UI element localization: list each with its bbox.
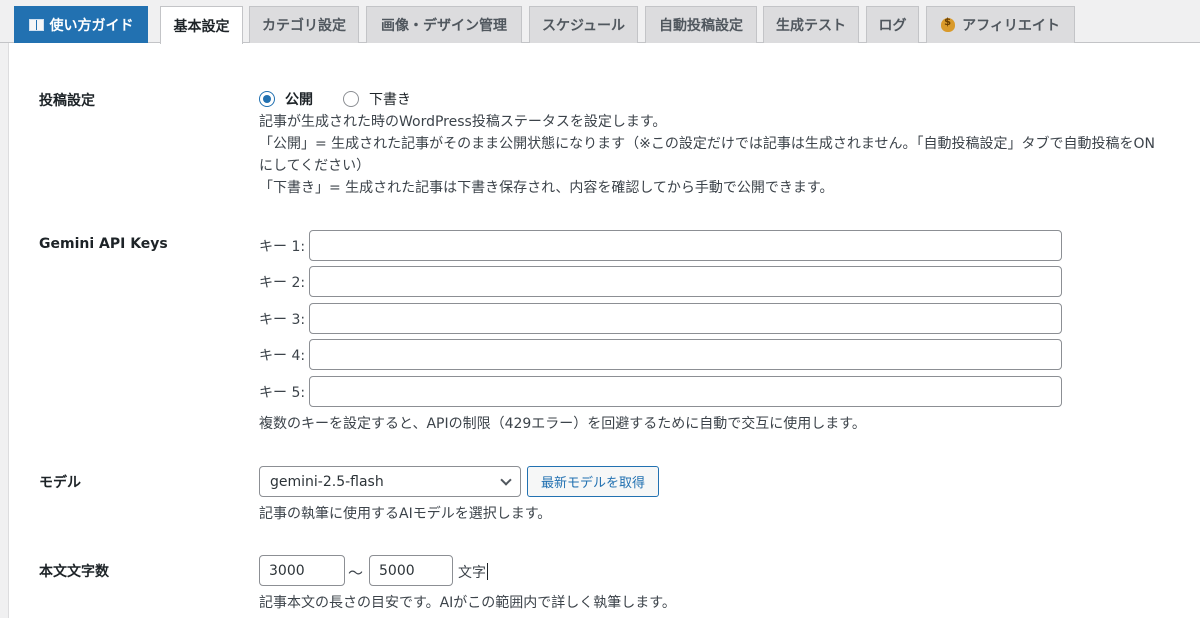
model-label: モデル bbox=[39, 475, 81, 491]
api-key-3-input[interactable] bbox=[309, 303, 1062, 334]
tab-affiliate[interactable]: アフィリエイト bbox=[926, 6, 1075, 43]
tab-basic-settings-label: 基本設定 bbox=[173, 18, 230, 35]
model-description: 記事の執筆に使用するAIモデルを選択します。 bbox=[259, 506, 552, 522]
tab-guide[interactable]: 使い方ガイド bbox=[14, 6, 148, 43]
tab-log-label: ログ bbox=[878, 18, 907, 34]
length-max-value: 5000 bbox=[379, 562, 415, 579]
post-settings-label: 投稿設定 bbox=[39, 93, 95, 109]
api-key-row-3: キー 3: bbox=[259, 303, 1062, 334]
radio-draft-indicator[interactable] bbox=[343, 91, 359, 107]
radio-publish-indicator[interactable] bbox=[259, 91, 275, 107]
tab-image-design-label: 画像・デザイン管理 bbox=[381, 18, 507, 34]
api-key-5-input[interactable] bbox=[309, 376, 1062, 407]
api-keys-description: 複数のキーを設定すると、APIの制限（429エラー）を回避するために自動で交互に… bbox=[259, 416, 866, 432]
tab-generation-test-label: 生成テスト bbox=[776, 18, 846, 34]
post-settings-desc-line: にしてください） bbox=[259, 158, 371, 174]
body-length-description: 記事本文の長さの目安です。AIがこの範囲内で詳しく執筆します。 bbox=[259, 595, 676, 611]
tab-basic-settings[interactable]: 基本設定 bbox=[160, 6, 243, 44]
api-key-4-input[interactable] bbox=[309, 339, 1062, 370]
tab-bar: 使い方ガイド 基本設定 カテゴリ設定 画像・デザイン管理 スケジュール 自動投稿… bbox=[0, 0, 1200, 44]
tab-schedule[interactable]: スケジュール bbox=[529, 6, 638, 43]
radio-draft[interactable]: 下書き bbox=[343, 89, 411, 109]
length-min-value: 3000 bbox=[269, 562, 305, 579]
text-caret bbox=[487, 563, 488, 580]
api-key-5-label: キー 5: bbox=[259, 384, 306, 401]
radio-draft-label: 下書き bbox=[369, 92, 411, 108]
money-bag-icon bbox=[941, 17, 956, 32]
tab-log[interactable]: ログ bbox=[866, 6, 919, 43]
post-settings-description: 記事が生成された時のWordPress投稿ステータスを設定します。 「公開」= … bbox=[259, 111, 1155, 199]
post-settings-desc-line: 記事が生成された時のWordPress投稿ステータスを設定します。 bbox=[259, 114, 667, 130]
model-select-value: gemini-2.5-flash bbox=[270, 473, 384, 490]
length-separator: 〜 bbox=[348, 564, 364, 582]
api-keys-label: Gemini API Keys bbox=[39, 236, 168, 252]
api-key-row-4: キー 4: bbox=[259, 339, 1062, 370]
tab-category-settings-label: カテゴリ設定 bbox=[262, 18, 346, 34]
tab-auto-post-label: 自動投稿設定 bbox=[659, 18, 743, 34]
book-icon bbox=[28, 19, 44, 31]
length-min-input[interactable]: 3000 bbox=[259, 555, 345, 586]
tab-generation-test[interactable]: 生成テスト bbox=[763, 6, 859, 43]
body-length-label: 本文文字数 bbox=[39, 564, 109, 580]
api-key-row-2: キー 2: bbox=[259, 266, 1062, 297]
post-settings-desc-line: 「下書き」= 生成された記事は下書き保存され、内容を確認してから手動で公開できま… bbox=[259, 180, 834, 196]
settings-panel: 投稿設定 公開 下書き 記事が生成された時のWordPress投稿ステータスを設… bbox=[8, 43, 1200, 618]
tab-category-settings[interactable]: カテゴリ設定 bbox=[249, 6, 359, 43]
length-unit: 文字 bbox=[458, 562, 488, 582]
api-key-3-label: キー 3: bbox=[259, 311, 306, 328]
radio-publish-label: 公開 bbox=[285, 92, 313, 108]
tab-guide-label: 使い方ガイド bbox=[49, 18, 134, 34]
api-key-row-1: キー 1: bbox=[259, 230, 1062, 261]
api-key-2-input[interactable] bbox=[309, 266, 1062, 297]
api-key-row-5: キー 5: bbox=[259, 376, 1062, 407]
api-key-4-label: キー 4: bbox=[259, 347, 306, 364]
tab-auto-post[interactable]: 自動投稿設定 bbox=[645, 6, 757, 43]
api-key-1-label: キー 1: bbox=[259, 238, 306, 255]
tab-affiliate-label: アフィリエイト bbox=[962, 18, 1060, 34]
chevron-down-icon bbox=[500, 474, 512, 486]
fetch-latest-models-button[interactable]: 最新モデルを取得 bbox=[527, 466, 659, 497]
post-settings-desc-line: 「公開」= 生成された記事がそのまま公開状態になります（※この設定だけでは記事は… bbox=[259, 136, 1155, 152]
length-max-input[interactable]: 5000 bbox=[369, 555, 453, 586]
tab-image-design[interactable]: 画像・デザイン管理 bbox=[366, 6, 522, 43]
radio-publish[interactable]: 公開 bbox=[259, 89, 313, 109]
model-select[interactable]: gemini-2.5-flash bbox=[259, 466, 521, 497]
tab-schedule-label: スケジュール bbox=[541, 18, 626, 34]
length-unit-text: 文字 bbox=[458, 565, 486, 581]
api-key-2-label: キー 2: bbox=[259, 274, 306, 291]
api-key-1-input[interactable] bbox=[309, 230, 1062, 261]
